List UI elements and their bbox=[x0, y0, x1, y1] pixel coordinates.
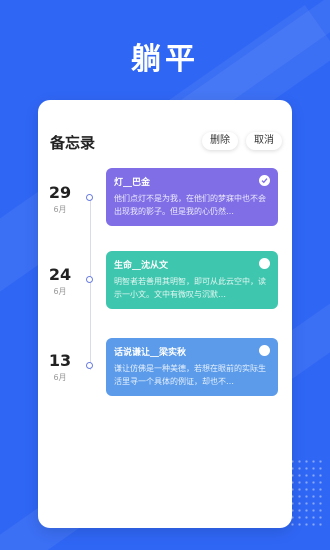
note-card[interactable]: 话说谦让__梁实秋 谦让仿佛是一种美德，若想在眼前的实际生活里寻一个具体的例证，… bbox=[106, 338, 278, 396]
checked-icon[interactable] bbox=[259, 175, 270, 186]
timeline-dot bbox=[86, 362, 93, 369]
note-day: 24 bbox=[48, 265, 72, 284]
note-excerpt: 谦让仿佛是一种美德，若想在眼前的实际生活里寻一个具体的例证，却也不… bbox=[114, 364, 266, 386]
note-day: 13 bbox=[48, 351, 72, 370]
memo-header: 备忘录 bbox=[50, 134, 96, 152]
note-title: 灯__巴金 bbox=[114, 178, 151, 188]
note-date: 29 6月 bbox=[48, 184, 72, 215]
note-excerpt: 明智者若善用其明智，即可从此云空中，读示一小文。文中有微叹与沉默… bbox=[114, 277, 266, 299]
unchecked-circle-icon[interactable] bbox=[259, 345, 270, 356]
cancel-button[interactable]: 取消 bbox=[246, 132, 282, 150]
note-month: 6月 bbox=[53, 373, 67, 382]
unchecked-circle-icon[interactable] bbox=[259, 258, 270, 269]
memo-panel: 备忘录 删除 取消 29 6月 灯__巴金 他们点灯不是为我，在他们的梦寐中也不… bbox=[38, 100, 292, 528]
timeline-line bbox=[90, 198, 91, 370]
note-date: 13 6月 bbox=[48, 352, 72, 383]
timeline-dot bbox=[86, 194, 93, 201]
app-title: 躺平 bbox=[131, 42, 199, 77]
note-month: 6月 bbox=[53, 205, 67, 214]
note-month: 6月 bbox=[53, 287, 67, 296]
note-card[interactable]: 生命__沈从文 明智者若善用其明智，即可从此云空中，读示一小文。文中有微叹与沉默… bbox=[106, 251, 278, 309]
note-date: 24 6月 bbox=[48, 266, 72, 297]
note-day: 29 bbox=[48, 183, 72, 202]
note-title: 生命__沈从文 bbox=[114, 261, 169, 271]
note-title: 话说谦让__梁实秋 bbox=[114, 348, 187, 358]
note-excerpt: 他们点灯不是为我，在他们的梦寐中也不会出现我的影子。但是我的心仍然… bbox=[114, 194, 266, 216]
app-background: 躺平 备忘录 删除 取消 29 6月 灯__巴金 他们点灯不是为我，在他们的梦寐… bbox=[0, 0, 330, 550]
timeline-dot bbox=[86, 276, 93, 283]
note-card[interactable]: 灯__巴金 他们点灯不是为我，在他们的梦寐中也不会出现我的影子。但是我的心仍然… bbox=[106, 168, 278, 226]
delete-button[interactable]: 删除 bbox=[202, 132, 238, 150]
